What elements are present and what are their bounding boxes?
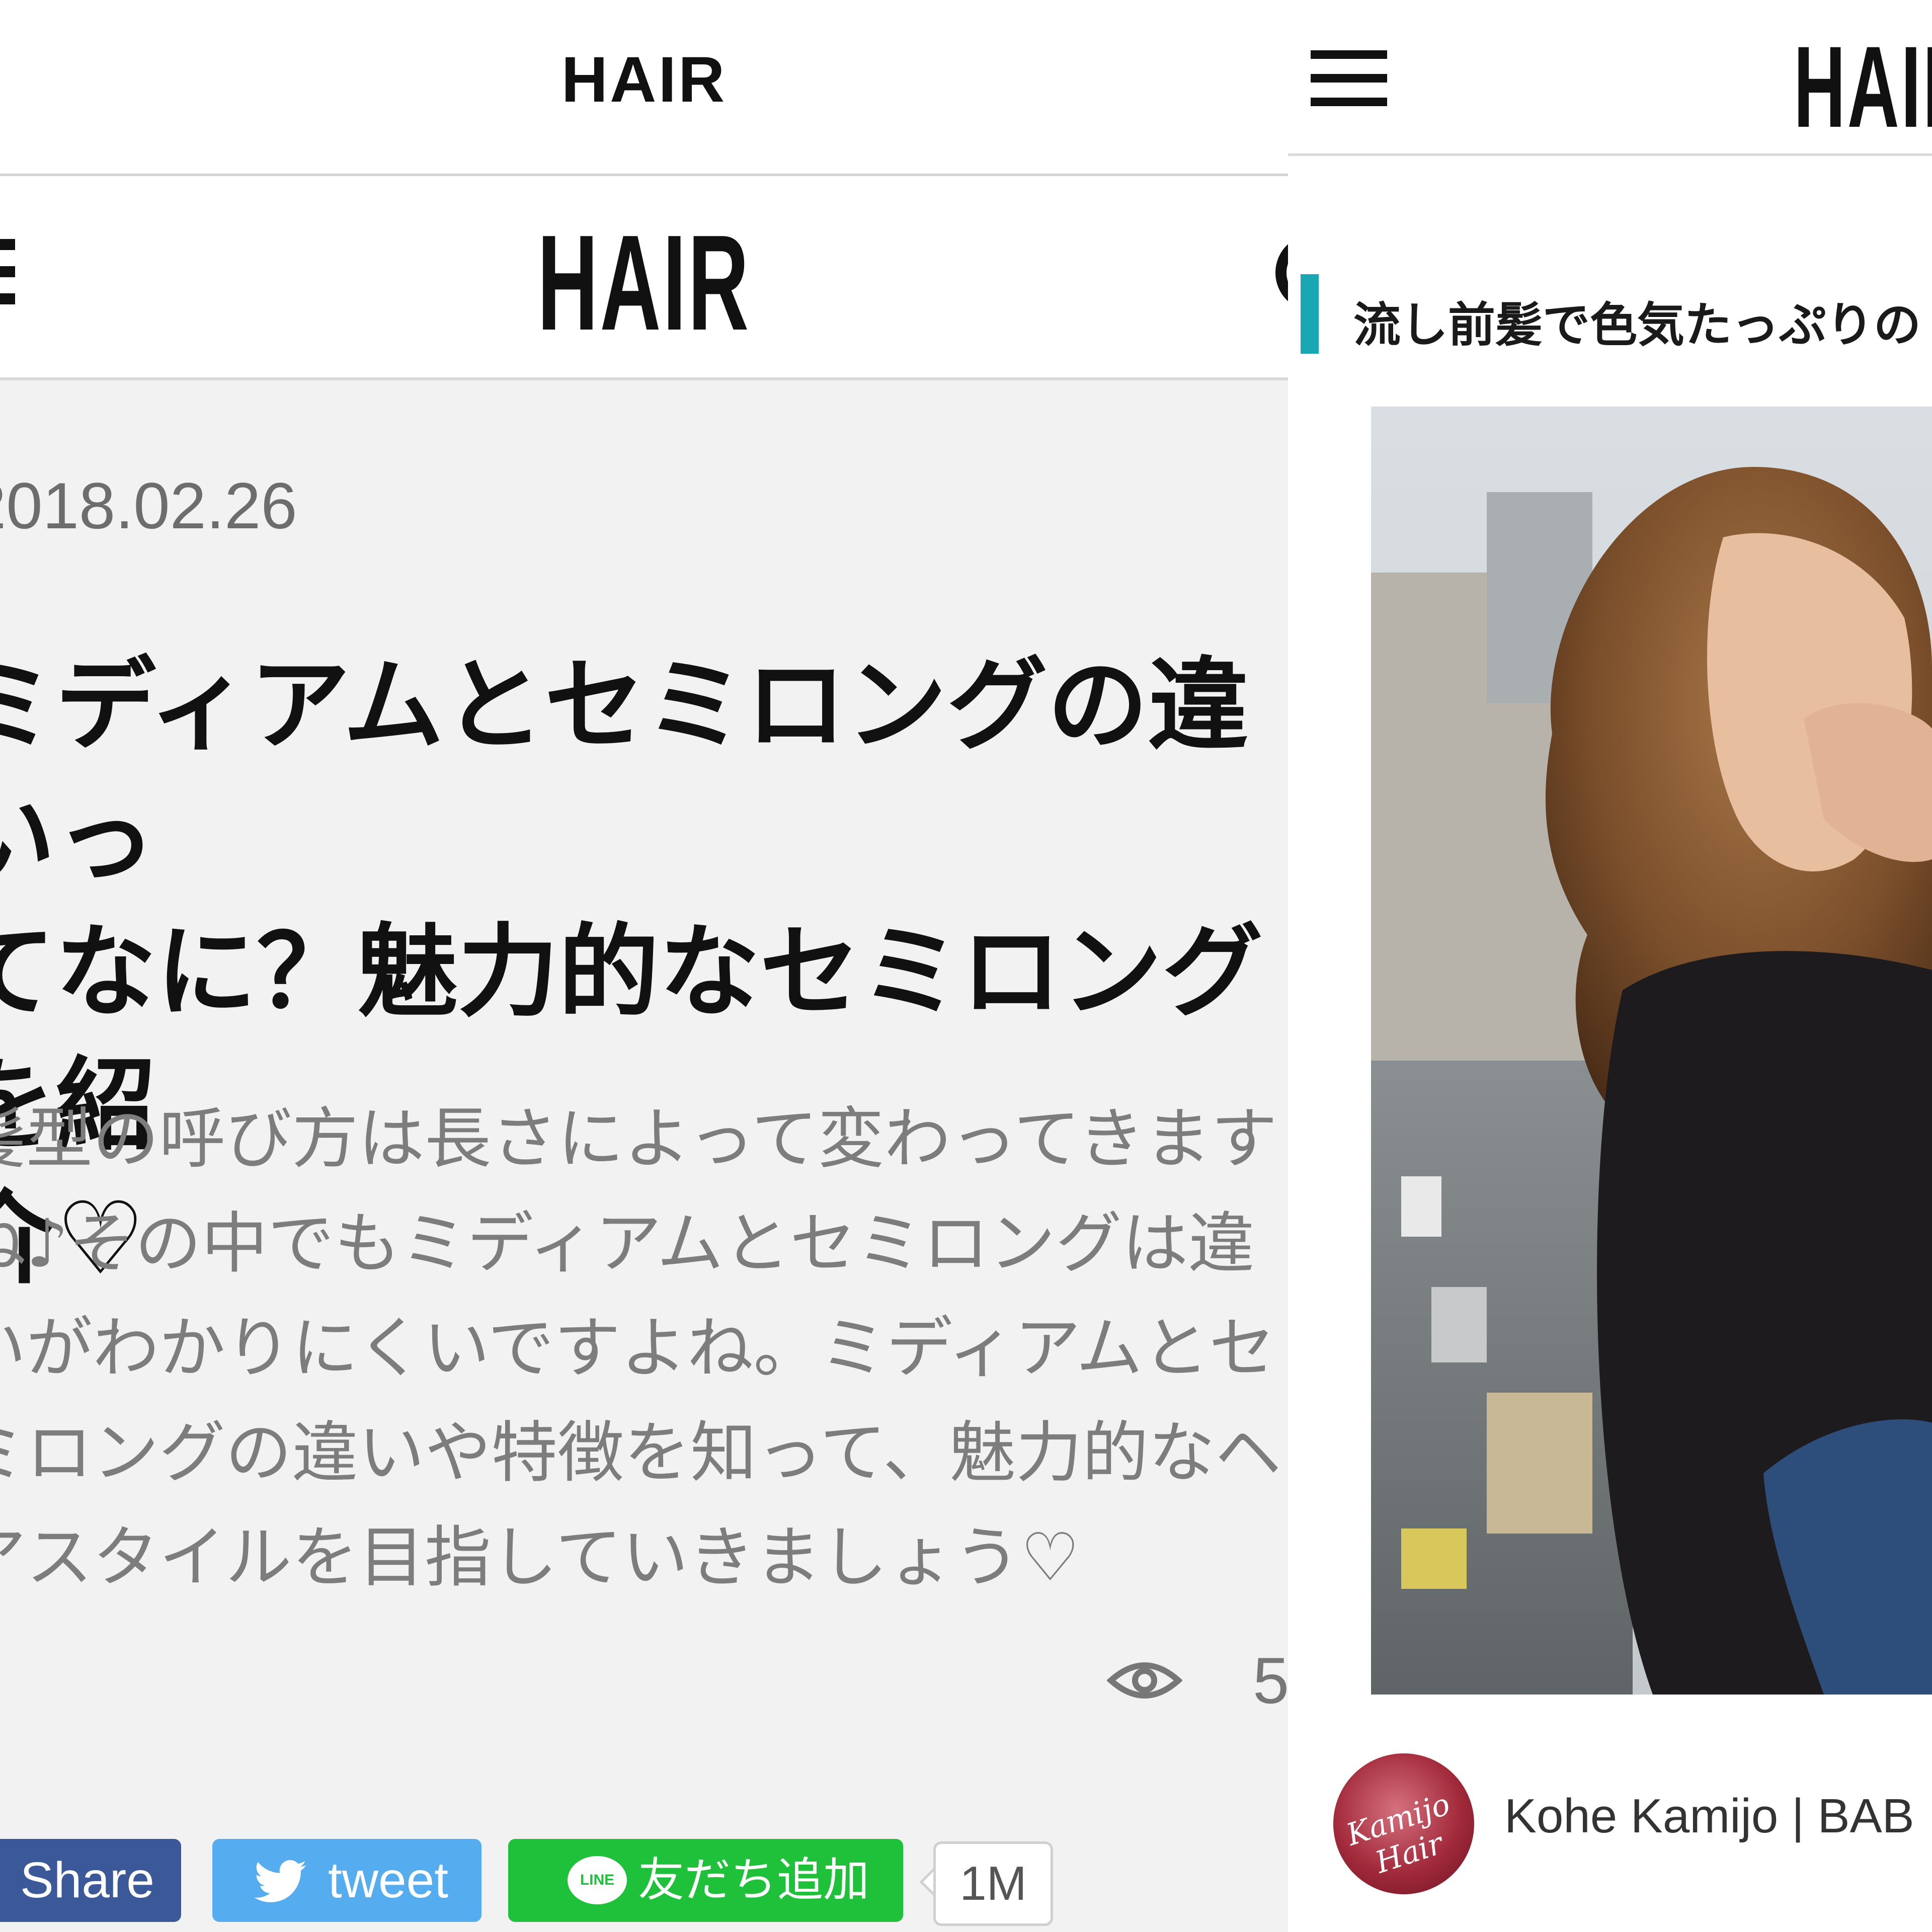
search-icon[interactable] <box>1275 234 1288 311</box>
facebook-share-label: Share <box>20 1852 154 1908</box>
eye-icon <box>1107 1662 1182 1699</box>
browser-title-bar: HAIR <box>0 0 1288 176</box>
hamburger-icon[interactable] <box>1311 50 1387 121</box>
tweet-button[interactable]: tweet <box>212 1839 481 1922</box>
view-count: 5 <box>1253 1644 1288 1717</box>
twitter-bird-icon <box>254 1860 306 1902</box>
hamburger-icon[interactable] <box>0 239 15 304</box>
section-heading: 流し前髪で色気たっぷりの <box>1353 298 1921 353</box>
line-add-friend-button[interactable]: LINE 友だち追加 <box>508 1839 903 1922</box>
right-article-screen: HAIR 流し前髪で色気たっぷりの Kamijo Hair <box>1288 0 1932 1932</box>
tweet-label: tweet <box>328 1852 449 1908</box>
site-logo[interactable]: HAIR <box>245 215 1043 351</box>
author-avatar-text: Kamijo Hair <box>1342 1786 1455 1881</box>
browser-tab-title: HAIR <box>561 44 727 116</box>
site-header: HAIR <box>0 176 1288 380</box>
site-header-right: HAIR <box>1288 0 1932 156</box>
share-count-badge: 1M <box>933 1841 1053 1926</box>
author-name[interactable]: Kohe Kamijo | BAB <box>1504 1789 1914 1844</box>
author-avatar[interactable]: Kamijo Hair <box>1333 1753 1474 1894</box>
site-logo-right[interactable]: HAIR <box>1794 29 1932 145</box>
section-accent-bar <box>1301 274 1319 354</box>
line-chat-icon: LINE <box>568 1856 627 1904</box>
article-lead: 髪型の呼び方は長さによって変わってきます ね♪その中でもミディアムとセミロングは… <box>0 1100 1281 1596</box>
line-add-friend-label: 友だち追加 <box>638 1855 870 1906</box>
left-article-screen: HAIR HAIR 2018.02.26 ミディアムとセミロングの違いっ てなに… <box>0 0 1288 1932</box>
hairstyle-photo[interactable] <box>1371 407 1932 1695</box>
facebook-share-button[interactable]: Share <box>0 1839 181 1922</box>
article-date: 2018.02.26 <box>0 469 297 542</box>
